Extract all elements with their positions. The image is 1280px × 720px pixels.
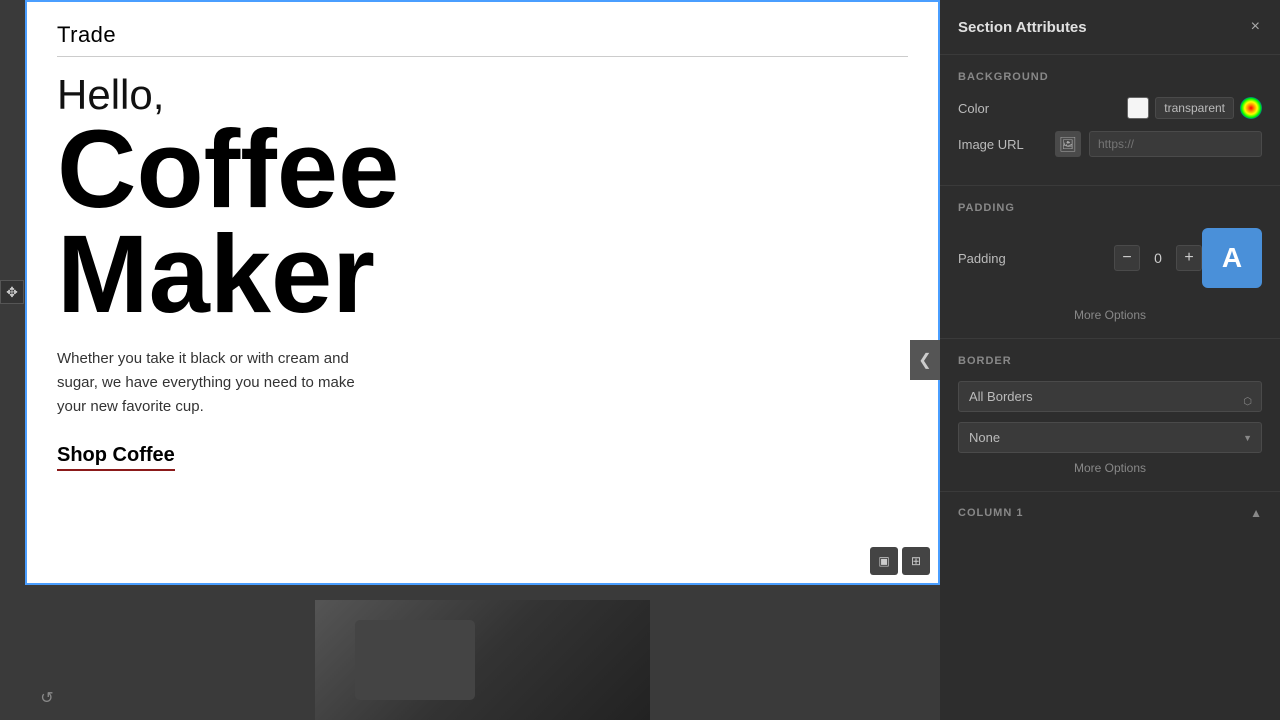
border-more-options[interactable]: More Options xyxy=(958,453,1262,475)
chevron-up-icon: ▲ xyxy=(1250,506,1262,520)
canvas-content: ✥ Trade Hello, Coffee Maker Whether you … xyxy=(25,0,940,720)
coffee-image xyxy=(315,600,650,720)
padding-decrease-button[interactable]: − xyxy=(1114,245,1140,271)
padding-stepper: − 0 + xyxy=(1114,245,1202,271)
border-section: BORDER All Borders None More Options xyxy=(940,339,1280,492)
padding-section-title: PADDING xyxy=(958,202,1262,214)
padding-more-options[interactable]: More Options xyxy=(958,300,1262,322)
image-url-row: Image URL 🖼 xyxy=(958,131,1262,157)
padding-controls: − 0 + A xyxy=(1114,228,1262,288)
padding-value: 0 xyxy=(1148,250,1168,266)
description-text: Whether you take it black or with cream … xyxy=(57,347,377,419)
bottom-section xyxy=(25,590,940,720)
hero-section: Trade Hello, Coffee Maker Whether you ta… xyxy=(25,0,940,585)
color-text: transparent xyxy=(1155,97,1234,119)
move-icon: ✥ xyxy=(6,284,18,301)
column-header[interactable]: COLUMN 1 ▲ xyxy=(940,492,1280,534)
column-header-title: COLUMN 1 xyxy=(958,507,1023,519)
background-section-title: BACKGROUND xyxy=(958,71,1262,83)
color-swatch[interactable] xyxy=(1127,97,1149,119)
image-icon: 🖼 xyxy=(1055,131,1081,157)
color-picker-button[interactable] xyxy=(1240,97,1262,119)
image-url-label: Image URL xyxy=(958,137,1024,152)
coffee-text: Coffee xyxy=(57,118,908,223)
all-borders-wrapper: All Borders xyxy=(958,381,1262,422)
panel-header: Section Attributes × xyxy=(940,0,1280,55)
move-handle[interactable]: ✥ xyxy=(0,280,24,304)
panel-close-button[interactable]: × xyxy=(1249,16,1262,38)
padding-increase-button[interactable]: + xyxy=(1176,245,1202,271)
shop-coffee-link[interactable]: Shop Coffee xyxy=(57,444,175,471)
padding-section: PADDING Padding − 0 + A More Options xyxy=(940,186,1280,339)
auto-padding-button[interactable]: A xyxy=(1202,228,1262,288)
section-ctrl-btn-1[interactable]: ▣ xyxy=(870,547,898,575)
border-style-select[interactable]: None xyxy=(958,422,1262,453)
panel-title: Section Attributes xyxy=(958,19,1087,36)
nav-arrow-right[interactable]: ❮ xyxy=(910,340,940,380)
background-section: BACKGROUND Color transparent Image URL 🖼 xyxy=(940,55,1280,186)
image-url-input[interactable] xyxy=(1089,131,1262,157)
border-style-wrapper: None xyxy=(958,422,1262,453)
refresh-button[interactable]: ↺ xyxy=(33,684,61,712)
canvas-area: ✥ Trade Hello, Coffee Maker Whether you … xyxy=(0,0,940,720)
right-panel: Section Attributes × BACKGROUND Color tr… xyxy=(940,0,1280,720)
color-field-row: Color transparent xyxy=(958,97,1262,119)
color-label: Color xyxy=(958,101,989,116)
section-ctrl-btn-2[interactable]: ⊞ xyxy=(902,547,930,575)
border-section-title: BORDER xyxy=(958,355,1262,367)
maker-text: Maker xyxy=(57,223,908,328)
section-controls: ▣ ⊞ xyxy=(870,547,930,575)
trade-label: Trade xyxy=(57,22,908,57)
all-borders-select[interactable]: All Borders xyxy=(958,381,1262,412)
padding-field-row: Padding − 0 + A xyxy=(958,228,1262,288)
padding-label: Padding xyxy=(958,251,1006,266)
color-controls: transparent xyxy=(1127,97,1262,119)
coffee-maker-text: Coffee Maker xyxy=(57,118,908,327)
image-url-controls: 🖼 xyxy=(1055,131,1262,157)
